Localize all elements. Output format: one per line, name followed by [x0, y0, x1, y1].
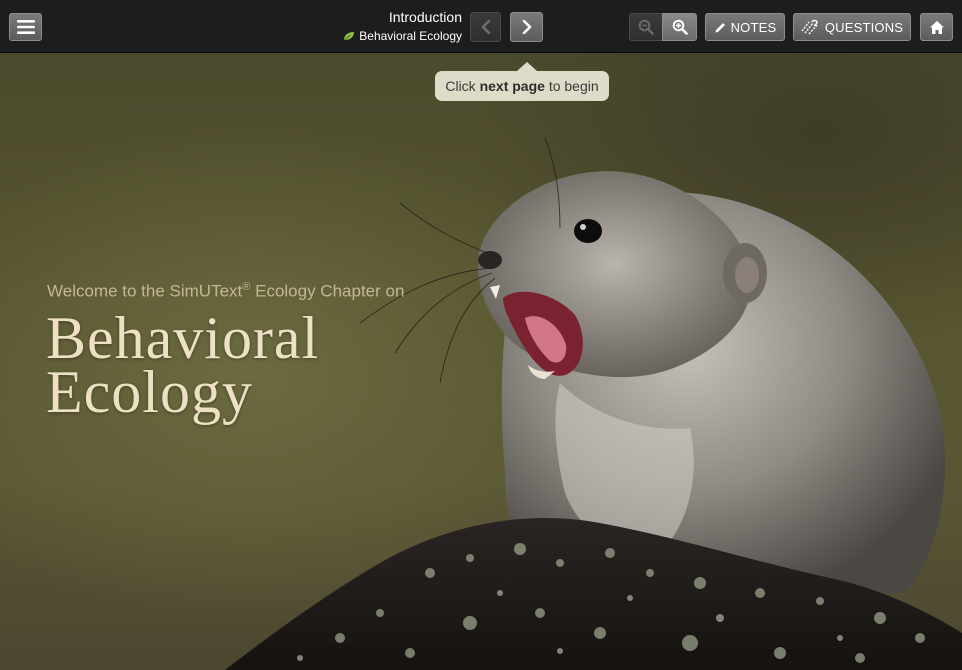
chapter-title-line1: Behavioral: [46, 305, 320, 371]
top-toolbar: Introduction Behavioral Ecology NOTES QU…: [0, 0, 962, 53]
previous-page-button[interactable]: [470, 12, 501, 42]
zoom-controls: [629, 13, 697, 41]
welcome-suffix: Ecology Chapter on: [255, 281, 405, 301]
next-page-button[interactable]: [510, 12, 543, 42]
chevron-right-icon: [522, 20, 531, 34]
next-page-tooltip: Click next page to begin: [435, 62, 609, 101]
hamburger-menu-icon: [16, 20, 35, 34]
questions-label: QUESTIONS: [824, 19, 904, 35]
chapter-title: Behavioral Ecology: [46, 305, 320, 425]
chevron-left-icon: [481, 20, 490, 34]
chapter-title-line2: Ecology: [46, 359, 253, 425]
welcome-prefix: Welcome to the SimUText: [47, 281, 243, 301]
questions-icon: [801, 19, 818, 35]
zoom-out-icon: [638, 19, 654, 35]
chapter-subtitle: Behavioral Ecology: [343, 28, 462, 44]
welcome-text: Welcome to the SimUText® Ecology Chapter…: [47, 281, 404, 302]
chapter-subtitle-text: Behavioral Ecology: [359, 29, 462, 43]
zoom-out-button[interactable]: [629, 13, 663, 41]
registered-mark: ®: [242, 281, 251, 293]
notes-button[interactable]: NOTES: [705, 13, 785, 41]
zoom-in-icon: [672, 19, 688, 35]
home-button[interactable]: [920, 13, 953, 41]
pika-eye: [574, 219, 602, 243]
zoom-in-button[interactable]: [662, 13, 697, 41]
pencil-icon: [715, 22, 725, 32]
breadcrumb: Introduction Behavioral Ecology: [343, 9, 462, 44]
questions-button[interactable]: QUESTIONS: [793, 13, 911, 41]
menu-button[interactable]: [9, 13, 42, 41]
hero-area: Welcome to the SimUText® Ecology Chapter…: [0, 53, 962, 670]
section-title: Introduction: [388, 9, 462, 25]
tooltip-prefix: Click: [445, 78, 476, 94]
tooltip-bold: next page: [479, 78, 545, 94]
home-icon: [929, 20, 944, 34]
notes-label: NOTES: [730, 19, 777, 35]
tooltip-suffix: to begin: [548, 78, 599, 94]
leaf-icon: [344, 32, 355, 41]
